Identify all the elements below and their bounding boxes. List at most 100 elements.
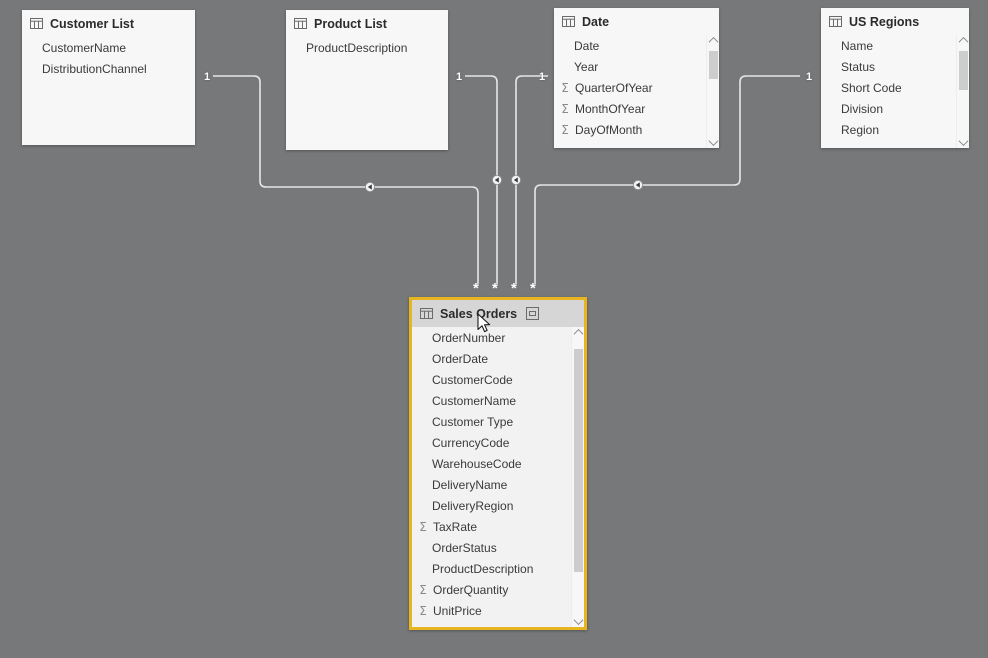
field-row[interactable]: DeliveryName	[412, 474, 584, 495]
table-field-list-us-regions: Name Status Short Code Division Region	[821, 35, 969, 148]
field-row[interactable]: CustomerCode	[412, 369, 584, 390]
table-header-sales-orders[interactable]: Sales Orders	[412, 300, 584, 327]
field-label: DistributionChannel	[42, 61, 147, 76]
maximize-icon[interactable]	[526, 307, 540, 320]
field-row[interactable]: DeliveryRegion	[412, 495, 584, 516]
table-title: US Regions	[849, 14, 920, 29]
field-row[interactable]: Year	[554, 56, 719, 77]
table-card-sales-orders[interactable]: Sales Orders OrderNumber OrderDate Customer…	[409, 297, 587, 630]
field-label: OrderQuantity	[433, 582, 509, 597]
field-row[interactable]: OrderNumber	[412, 327, 584, 348]
table-card-date[interactable]: Date Date Year Σ QuarterOfYear Σ MonthOfYear Σ D…	[554, 8, 719, 148]
scroll-down-icon[interactable]	[572, 615, 584, 627]
scroll-down-icon[interactable]	[957, 136, 969, 148]
field-row[interactable]: CustomerName	[412, 390, 584, 411]
field-label: OrderNumber	[432, 330, 506, 345]
field-row[interactable]: Name	[821, 35, 969, 56]
table-card-us-regions[interactable]: US Regions Name Status Short Code Division Re…	[821, 8, 969, 148]
table-field-list-date: Date Year Σ QuarterOfYear Σ MonthOfYear Σ DayOf…	[554, 35, 719, 148]
field-row[interactable]: DistributionChannel	[22, 58, 195, 79]
cardinality-many-label: *	[492, 280, 498, 297]
scrollbar-thumb[interactable]	[709, 51, 718, 79]
table-field-list-product-list: ProductDescription	[286, 37, 448, 150]
field-row[interactable]: CustomerName	[22, 37, 195, 58]
table-header-product-list[interactable]: Product List	[286, 10, 448, 37]
field-row[interactable]: Σ QuarterOfYear	[554, 77, 719, 98]
field-row[interactable]: Σ DayOfMonth	[554, 119, 719, 140]
field-label: Division	[841, 101, 884, 116]
field-label: Year	[574, 59, 599, 74]
field-label: OrderDate	[432, 351, 489, 366]
table-card-customer-list[interactable]: Customer List CustomerName DistributionCha…	[22, 10, 195, 145]
model-view-canvas[interactable]: Customer List CustomerName DistributionCha…	[0, 0, 988, 658]
field-row[interactable]: Date	[554, 35, 719, 56]
table-grid-icon	[420, 308, 433, 319]
scroll-down-icon[interactable]	[707, 136, 719, 148]
table-field-list-customer-list: CustomerName DistributionChannel	[22, 37, 195, 145]
vertical-scrollbar-date[interactable]	[706, 35, 719, 148]
field-row[interactable]: Σ MonthOfYear	[554, 98, 719, 119]
cardinality-many-label: *	[511, 280, 517, 297]
field-label: Status	[841, 59, 876, 74]
table-grid-icon	[562, 16, 575, 27]
sigma-aggregate-icon: Σ	[419, 603, 427, 618]
cross-filter-arrow-icon	[510, 174, 521, 185]
scroll-up-icon[interactable]	[957, 35, 969, 47]
field-row[interactable]: Σ OrderQuantity	[412, 579, 584, 600]
field-row[interactable]: Status	[821, 56, 969, 77]
field-label: Customer Type	[432, 414, 514, 429]
table-field-list-sales-orders: OrderNumber OrderDate CustomerCode Customer…	[412, 327, 584, 627]
table-grid-icon	[30, 18, 43, 29]
sigma-aggregate-icon: Σ	[561, 122, 569, 137]
cross-filter-arrow-icon	[491, 174, 502, 185]
sigma-aggregate-icon: Σ	[419, 519, 427, 534]
table-title: Customer List	[50, 16, 135, 31]
field-row[interactable]: CurrencyCode	[412, 432, 584, 453]
table-header-customer-list[interactable]: Customer List	[22, 10, 195, 37]
field-label: UnitPrice	[433, 603, 482, 618]
field-label: Name	[841, 38, 874, 53]
field-row[interactable]: Customer Type	[412, 411, 584, 432]
cardinality-one-label: 1	[539, 71, 546, 83]
relationship-product-list-to-sales-orders[interactable]	[465, 75, 502, 284]
vertical-scrollbar-us-regions[interactable]	[956, 35, 969, 148]
field-label: DeliveryRegion	[432, 498, 514, 513]
field-row[interactable]: Division	[821, 98, 969, 119]
field-label: DeliveryName	[432, 477, 508, 492]
field-row[interactable]: OrderDate	[412, 348, 584, 369]
field-row[interactable]: Σ TaxRate	[412, 516, 584, 537]
cardinality-many-label: *	[473, 280, 479, 297]
scroll-up-icon[interactable]	[572, 327, 584, 339]
field-label: TaxRate	[433, 519, 478, 534]
cardinality-one-label: 1	[456, 71, 463, 83]
field-label: ProductDescription	[306, 40, 408, 55]
relationship-line	[515, 75, 548, 284]
sigma-aggregate-icon: Σ	[561, 80, 569, 95]
cross-filter-arrow-icon	[633, 179, 644, 190]
scrollbar-thumb[interactable]	[959, 51, 968, 90]
field-row[interactable]: ProductDescription	[286, 37, 448, 58]
cardinality-one-label: 1	[806, 71, 813, 83]
scroll-up-icon[interactable]	[707, 35, 719, 47]
table-title: Date	[582, 14, 610, 29]
table-header-us-regions[interactable]: US Regions	[821, 8, 969, 35]
field-label: CustomerCode	[432, 372, 513, 387]
table-grid-icon	[829, 16, 842, 27]
cardinality-one-label: 1	[204, 71, 211, 83]
vertical-scrollbar-sales-orders[interactable]	[571, 327, 584, 627]
scrollbar-thumb[interactable]	[574, 349, 583, 572]
relationship-line	[465, 75, 498, 284]
field-row[interactable]: WarehouseCode	[412, 453, 584, 474]
field-label: CurrencyCode	[432, 435, 510, 450]
field-row[interactable]: Short Code	[821, 77, 969, 98]
field-label: CustomerName	[42, 40, 127, 55]
cross-filter-arrow-icon	[364, 181, 375, 192]
table-card-product-list[interactable]: Product List ProductDescription	[286, 10, 448, 150]
field-row[interactable]: Σ UnitPrice	[412, 600, 584, 621]
field-row[interactable]: ProductDescription	[412, 558, 584, 579]
sigma-aggregate-icon: Σ	[419, 582, 427, 597]
table-header-date[interactable]: Date	[554, 8, 719, 35]
relationship-date-to-sales-orders[interactable]	[510, 75, 548, 284]
field-row[interactable]: Region	[821, 119, 969, 140]
field-row[interactable]: OrderStatus	[412, 537, 584, 558]
